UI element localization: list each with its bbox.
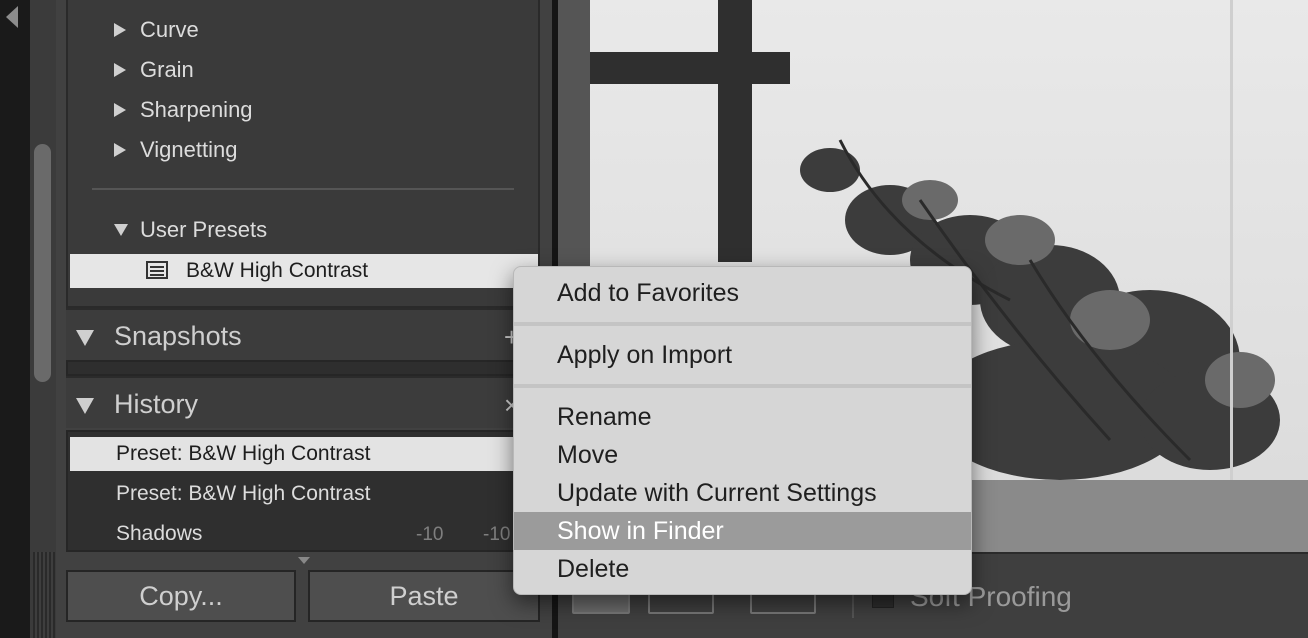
copy-button[interactable]: Copy... <box>66 570 296 622</box>
disclosure-down-icon[interactable] <box>76 398 94 414</box>
scroll-down-icon[interactable] <box>298 557 310 564</box>
menu-item-rename[interactable]: Rename <box>514 398 971 436</box>
history-value-from: -10 <box>416 524 444 545</box>
menu-item-add-to-favorites[interactable]: Add to Favorites <box>514 274 971 312</box>
menu-item-show-in-finder[interactable]: Show in Finder <box>514 512 971 550</box>
menu-item-apply-on-import[interactable]: Apply on Import <box>514 336 971 374</box>
history-row[interactable]: Shadows <box>70 517 538 547</box>
trellis-rail <box>590 52 790 84</box>
preset-group-curve[interactable]: Curve <box>114 15 199 45</box>
preset-group-sharpening[interactable]: Sharpening <box>114 95 253 125</box>
menu-item-delete[interactable]: Delete <box>514 550 971 588</box>
preset-group-label: Sharpening <box>140 97 253 122</box>
menu-item-move[interactable]: Move <box>514 436 971 474</box>
preset-list-icon <box>146 261 168 279</box>
preset-group-label: Vignetting <box>140 137 238 162</box>
history-value-to: -10 <box>483 524 511 545</box>
trellis-post <box>718 0 752 262</box>
preset-group-label: User Presets <box>140 217 268 242</box>
preset-item-label: B&W High Contrast <box>186 259 369 282</box>
disclosure-right-icon <box>114 23 126 37</box>
disclosure-right-icon <box>114 63 126 77</box>
presets-divider <box>92 188 514 190</box>
preset-group-vignetting[interactable]: Vignetting <box>114 135 237 165</box>
disclosure-right-icon <box>114 143 126 157</box>
paste-button[interactable]: Paste <box>308 570 540 622</box>
collapse-left-panel-icon[interactable] <box>6 6 18 28</box>
preset-group-label: Curve <box>140 17 199 42</box>
menu-item-update-with-current-settings[interactable]: Update with Current Settings <box>514 474 971 512</box>
snapshots-list <box>66 360 540 376</box>
context-menu: Add to Favorites Apply on Import Rename … <box>513 266 972 595</box>
menu-separator <box>514 384 971 388</box>
panel-resize-grip[interactable] <box>33 552 55 638</box>
disclosure-right-icon <box>114 103 126 117</box>
disclosure-down-icon <box>114 224 128 236</box>
preset-group-grain[interactable]: Grain <box>114 55 194 85</box>
history-row[interactable]: Preset: B&W High Contrast <box>70 477 538 511</box>
panel-scrollbar-thumb[interactable] <box>34 144 51 382</box>
history-row[interactable]: Preset: B&W High Contrast <box>70 437 538 471</box>
menu-separator <box>514 322 971 326</box>
preset-group-label: Grain <box>140 57 194 82</box>
preset-group-user-presets[interactable]: User Presets <box>114 215 267 245</box>
snapshots-title: Snapshots <box>114 321 242 351</box>
history-title: History <box>114 389 199 419</box>
left-panel-strip <box>0 0 30 638</box>
disclosure-down-icon[interactable] <box>76 330 94 346</box>
